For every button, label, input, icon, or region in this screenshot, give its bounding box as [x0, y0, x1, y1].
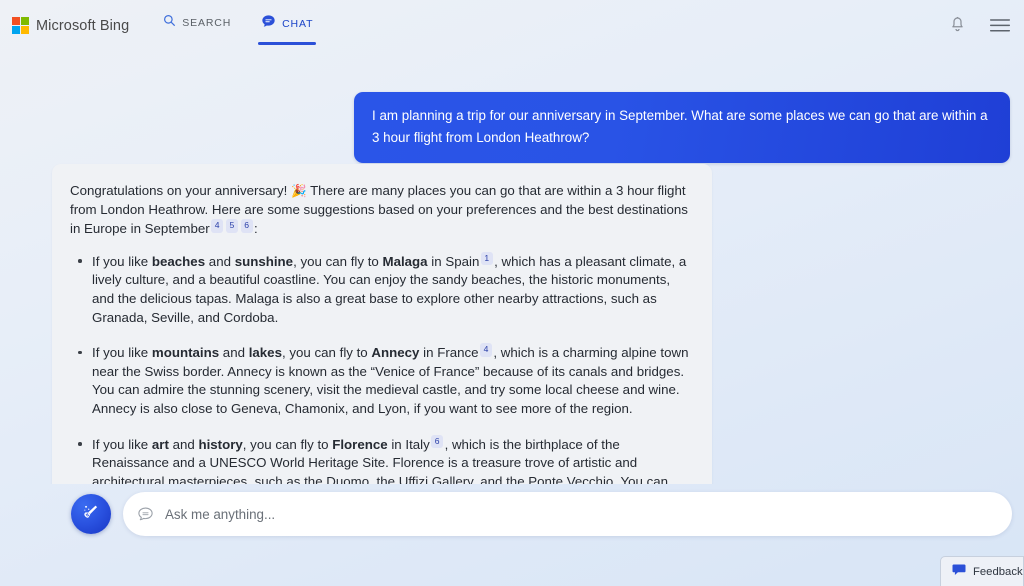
new-topic-button[interactable]	[71, 494, 111, 534]
bullet-mid: , you can fly to	[242, 436, 333, 452]
feedback-label: Feedback	[973, 566, 1023, 578]
brand-logo[interactable]: Microsoft Bing	[12, 17, 129, 34]
tab-search-label: SEARCH	[182, 17, 232, 29]
citation-badge[interactable]: 6	[240, 219, 253, 233]
bullet-keyword: beaches	[151, 253, 206, 269]
bullet-keyword: history	[198, 436, 243, 452]
app-header: Microsoft Bing SEARCH CHAT	[0, 0, 1024, 50]
bullet-keyword: lakes	[248, 345, 282, 361]
bullet-country: in France	[419, 345, 479, 361]
chat-bubble-icon	[137, 506, 154, 523]
tab-chat[interactable]: CHAT	[258, 14, 317, 45]
search-icon	[163, 14, 176, 32]
bullet-keyword: mountains	[151, 345, 220, 361]
chat-bubble-icon	[261, 14, 276, 34]
citation-badge[interactable]: 6	[431, 434, 444, 449]
bing-chat-window: Microsoft Bing SEARCH CHAT I am planning…	[0, 0, 1024, 586]
list-item: If you like beaches and sunshine, you ca…	[70, 251, 692, 327]
assistant-message-bubble: Congratulations on your anniversary! 🎉 T…	[52, 164, 712, 484]
citation-badge[interactable]: 1	[480, 251, 493, 266]
bullet-lead: If you like	[92, 253, 152, 269]
tab-search[interactable]: SEARCH	[161, 14, 233, 43]
bullet-destination: Malaga	[382, 253, 428, 269]
hamburger-menu-icon[interactable]	[990, 18, 1010, 33]
suggestion-list: If you like beaches and sunshine, you ca…	[70, 251, 692, 484]
feedback-button[interactable]: Feedback	[940, 556, 1024, 586]
bullet-keyword: art	[151, 436, 169, 452]
composer-bar	[0, 492, 1024, 548]
citation-badge[interactable]: 4	[480, 343, 492, 357]
bullet-destination: Annecy	[371, 345, 420, 361]
assistant-intro-paragraph: Congratulations on your anniversary! 🎉 T…	[70, 182, 692, 239]
bullet-keyword: sunshine	[234, 253, 294, 269]
bullet-destination: Florence	[332, 436, 388, 452]
bullet-mid: and	[205, 253, 235, 269]
user-message-row: I am planning a trip for our anniversary…	[0, 92, 1024, 163]
user-message-bubble: I am planning a trip for our anniversary…	[354, 92, 1010, 163]
microsoft-logo-icon	[12, 17, 29, 34]
tab-chat-label: CHAT	[282, 18, 314, 30]
intro-suffix: :	[254, 221, 258, 237]
bullet-mid: and	[219, 345, 249, 361]
chat-input-container[interactable]	[123, 492, 1012, 536]
chat-transcript: I am planning a trip for our anniversary…	[0, 50, 1024, 484]
party-popper-emoji: 🎉	[291, 184, 307, 198]
intro-text-part1: Congratulations on your anniversary!	[70, 183, 288, 198]
search-input[interactable]	[165, 492, 996, 536]
citation-badge[interactable]: 4	[211, 219, 223, 233]
header-actions	[949, 16, 1010, 34]
list-item: If you like art and history, you can fly…	[70, 434, 692, 484]
bullet-mid: , you can fly to	[293, 253, 383, 269]
bullet-mid: , you can fly to	[281, 345, 372, 361]
header-tabs: SEARCH CHAT	[161, 14, 317, 45]
brand-name: Microsoft Bing	[36, 17, 130, 34]
list-item: If you like mountains and lakes, you can…	[70, 343, 692, 418]
bullet-mid: and	[168, 436, 199, 452]
bullet-lead: If you like	[92, 436, 152, 452]
feedback-bubble-icon	[952, 563, 966, 581]
citation-badge[interactable]: 5	[225, 219, 238, 233]
bullet-lead: If you like	[92, 345, 152, 361]
bullet-country: in Spain	[427, 253, 480, 269]
notification-bell-icon[interactable]	[949, 16, 966, 34]
broom-sweep-icon	[80, 501, 102, 528]
bullet-country: in Italy	[387, 436, 430, 452]
tab-active-indicator	[258, 42, 317, 45]
